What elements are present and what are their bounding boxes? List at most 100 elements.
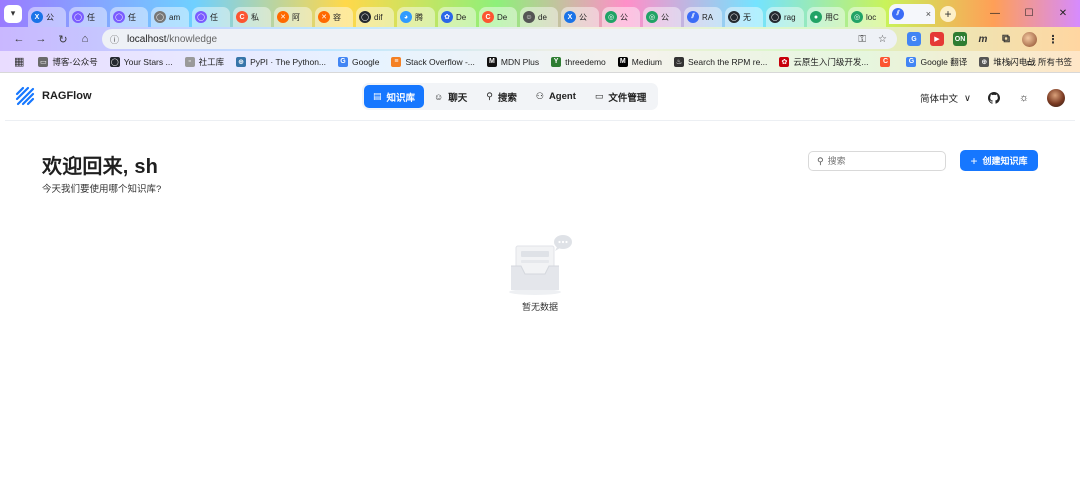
bookmark-item[interactable]: Ythreedemo (551, 56, 606, 67)
home-button[interactable]: ⌂ (74, 28, 96, 50)
nav-item-chat[interactable]: ☺ 聊天 (425, 85, 476, 108)
bookmarks-right: » ▭ 所有书签 (1007, 51, 1072, 72)
on-extension-icon[interactable]: ON (953, 32, 967, 46)
site-info-icon[interactable]: ⓘ (110, 33, 119, 46)
reload-button[interactable]: ↻ (52, 28, 74, 50)
forward-button[interactable]: → (30, 28, 52, 50)
browser-tab[interactable]: ◯ 无 (725, 7, 763, 27)
browser-tab[interactable]: ◯ 任 (69, 7, 107, 27)
key-icon[interactable]: ⚿ (858, 34, 866, 45)
browser-tab[interactable]: ◎ 公 (643, 7, 681, 27)
translate-extension-icon[interactable]: G (907, 32, 921, 46)
tab-active-ragflow[interactable]: ⫽ × (889, 3, 935, 24)
browser-tab[interactable]: ◯ rag (766, 7, 804, 27)
browser-tab[interactable]: C私 (233, 7, 271, 27)
tab-label: 无 (743, 12, 751, 22)
tab-label: rag (784, 12, 796, 22)
address-bar[interactable]: ⓘ localhost/knowledge ⚿ ☆ (102, 29, 897, 49)
tab-label: 公 (46, 12, 54, 22)
browser-tab[interactable]: ✕ 容 (315, 7, 353, 27)
browser-tab[interactable]: ◕ 腾 (397, 7, 435, 27)
nav-item-agent[interactable]: ⚇ Agent (527, 85, 585, 108)
bookmark-item[interactable]: ♨ Search the RPM re... (674, 56, 767, 67)
bookmark-favicon-icon: M (617, 56, 628, 67)
bookmark-favicon-icon: ▭ (38, 56, 49, 67)
tab-favicon-icon: ✕ (318, 11, 330, 23)
browser-tab[interactable]: ● 用C (807, 7, 845, 27)
back-button[interactable]: ← (8, 28, 30, 50)
language-selector[interactable]: 简体中文 ∨ (920, 91, 971, 106)
create-knowledge-base-button[interactable]: + 创建知识库 (960, 150, 1038, 171)
bookmark-favicon-icon: ◯ (109, 56, 120, 67)
knowledge-search-input[interactable] (827, 156, 938, 166)
minimize-button[interactable]: — (978, 0, 1012, 27)
url-host: localhost (127, 33, 167, 45)
browser-tab[interactable]: X公 (28, 7, 66, 27)
nav-item-folder[interactable]: ▭ 文件管理 (586, 85, 656, 108)
tab-favicon-icon: X (564, 11, 576, 23)
bookmark-item[interactable]: G Google (338, 56, 379, 67)
apps-grid-icon[interactable]: ▦ (14, 55, 24, 68)
browser-tab[interactable]: ⫽ RA (684, 7, 722, 27)
browser-tab[interactable]: ◯ am (151, 7, 189, 27)
bookmark-label: Your Stars ... (123, 56, 173, 67)
browser-tab[interactable]: X公 (561, 7, 599, 27)
browser-tab[interactable]: ◯ dif (356, 7, 394, 27)
new-tab-button[interactable]: + (940, 5, 956, 22)
brand-logo[interactable]: RAGFlow (15, 86, 92, 106)
browser-tab[interactable]: C De (479, 7, 517, 27)
tab-favicon-icon: C (236, 11, 248, 23)
browser-tab[interactable]: ☺ de (520, 7, 558, 27)
puzzle-extensions-icon[interactable]: ⧉ (999, 32, 1013, 46)
user-avatar[interactable] (1047, 89, 1065, 107)
tab-label: RA (702, 12, 714, 22)
bookmark-item[interactable]: M Medium (617, 56, 662, 67)
bookmark-item[interactable]: M MDN Plus (486, 56, 540, 67)
github-icon[interactable] (987, 91, 1001, 105)
bookmark-star-icon[interactable]: ☆ (878, 34, 887, 45)
all-bookmarks-folder[interactable]: ▭ 所有书签 (1026, 56, 1072, 68)
bookmark-item[interactable]: ≡ Stack Overflow -... (391, 56, 475, 67)
nav-item-label: Agent (548, 91, 576, 102)
ragflow-favicon-icon: ⫽ (892, 7, 904, 20)
nav-item-database[interactable]: ▤ 知识库 (364, 85, 425, 108)
browser-tab[interactable]: ◯ 任 (110, 7, 148, 27)
bookmark-item[interactable]: ▫ 社工库 (184, 56, 224, 68)
bookmark-item[interactable]: ⊕ PyPI · The Python... (236, 56, 327, 67)
m-extension-icon[interactable]: m (976, 32, 990, 46)
bookmark-item[interactable]: G Google 翻译 (906, 56, 967, 68)
empty-state: 暂无数据 (500, 232, 580, 313)
close-tab-icon[interactable]: × (926, 9, 931, 19)
brand-name: RAGFlow (42, 90, 92, 102)
tab-search-menu-button[interactable]: ▾ (4, 4, 22, 23)
knowledge-search-field[interactable]: ⚲ (808, 151, 946, 171)
bookmarks-overflow-button[interactable]: » (1007, 57, 1012, 67)
chat-icon: ☺ (434, 91, 444, 102)
url-path: /knowledge (166, 33, 218, 45)
arrow-right-icon: → (35, 33, 47, 45)
record-extension-icon[interactable]: ▶ (930, 32, 944, 46)
agent-icon: ⚇ (535, 91, 544, 101)
tab-favicon-icon: ✕ (277, 11, 289, 23)
maximize-button[interactable]: ☐ (1012, 0, 1046, 27)
browser-tab[interactable]: ◎ 公 (602, 7, 640, 27)
nav-item-search[interactable]: ⚲ 搜索 (477, 85, 526, 108)
bookmark-item[interactable]: C (880, 56, 894, 67)
home-icon: ⌂ (81, 33, 89, 45)
bookmark-label: MDN Plus (500, 56, 540, 67)
bookmark-item[interactable]: ◯ Your Stars ... (109, 56, 173, 67)
browser-menu-icon[interactable]: ⋮ (1046, 32, 1060, 46)
profile-avatar[interactable] (1022, 31, 1037, 47)
theme-toggle-sun-icon[interactable]: ☼ (1017, 91, 1031, 105)
browser-tab[interactable]: ✕ 阿 (274, 7, 312, 27)
bookmark-item[interactable]: ▭ 博客-公众号 (38, 56, 98, 68)
browser-tab[interactable]: ◯ 任 (192, 7, 230, 27)
bookmark-label: 博客-公众号 (52, 56, 98, 67)
browser-tab[interactable]: ✿ De (438, 7, 476, 27)
close-window-button[interactable]: ✕ (1046, 0, 1080, 27)
tab-favicon-icon: ✿ (441, 11, 453, 23)
bookmark-item[interactable]: ✿ 云原生入门级开发... (779, 56, 868, 68)
browser-tab[interactable]: ◎ loc (848, 7, 886, 27)
bookmark-favicon-icon: Y (551, 56, 562, 67)
bookmark-label: PyPI · The Python... (250, 56, 327, 67)
